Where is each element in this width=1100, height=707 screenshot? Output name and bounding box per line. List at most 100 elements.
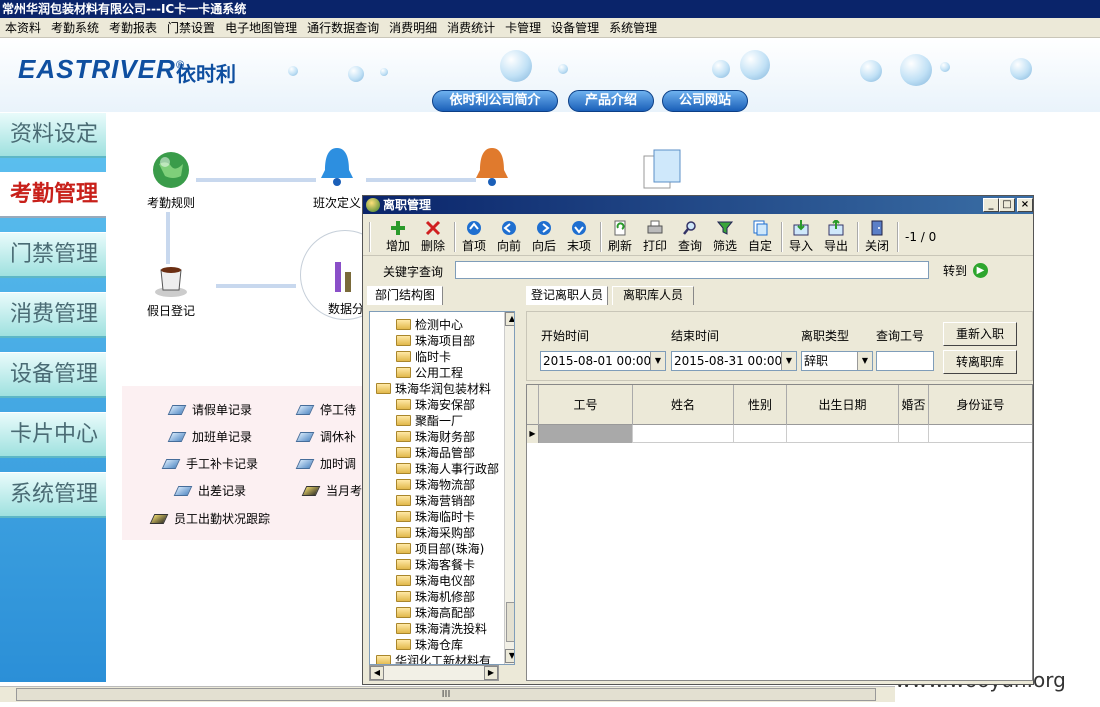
query-id-input[interactable] <box>876 351 934 371</box>
end-time-picker[interactable]: 2015-08-31 00:00 ▼ <box>671 351 797 371</box>
column-header-birthdate[interactable]: 出生日期 <box>787 385 899 425</box>
menu-item-consume-detail[interactable]: 消费明细 <box>384 18 442 38</box>
column-header-id[interactable]: 工号 <box>539 385 633 425</box>
dialog-title-bar[interactable]: 离职管理 <box>363 196 1033 214</box>
delete-button[interactable]: 删除 <box>415 220 451 254</box>
tree-item[interactable]: 珠海客餐卡 <box>396 556 475 572</box>
close-dialog-button[interactable]: 关闭 <box>859 220 895 254</box>
tree-item[interactable]: 珠海华润包装材料 <box>376 380 491 396</box>
table-row[interactable]: ▶ <box>527 425 1032 443</box>
tree-item[interactable]: 项目部(珠海) <box>396 540 484 556</box>
sidebar-item-data-setup[interactable]: 资料设定 <box>0 112 106 158</box>
tree-vertical-scrollbar[interactable]: ▲ ▼ <box>504 312 514 664</box>
sidebar-item-system[interactable]: 系统管理 <box>0 472 106 518</box>
department-tree[interactable]: 检测中心 珠海项目部 临时卡 公用工程 珠海华润包装材料 珠海安保部 聚酯一厂 珠海财务部 珠海… <box>369 311 515 665</box>
tree-item[interactable]: 珠海采购部 <box>396 524 475 540</box>
refresh-button[interactable]: 刷新 <box>602 220 638 254</box>
menu-item-consume-stats[interactable]: 消费统计 <box>442 18 500 38</box>
table-cell[interactable] <box>899 425 929 443</box>
sidebar-item-attendance[interactable]: 考勤管理 <box>0 172 106 218</box>
scrollbar-thumb[interactable]: III <box>16 688 876 701</box>
menu-item-attendance-report[interactable]: 考勤报表 <box>104 18 162 38</box>
print-button[interactable]: 打印 <box>637 220 673 254</box>
sidebar-item-device[interactable]: 设备管理 <box>0 352 106 398</box>
sidebar-item-access[interactable]: 门禁管理 <box>0 232 106 278</box>
menu-item-system[interactable]: 系统管理 <box>604 18 662 38</box>
tree-item[interactable]: 检测中心 <box>396 316 463 332</box>
keyword-input[interactable] <box>455 261 929 279</box>
flow-node-data[interactable]: 数据分 <box>326 256 366 317</box>
tree-item[interactable]: 珠海人事行政部 <box>396 460 499 476</box>
link-overtime-record[interactable]: 加班单记录 <box>167 428 252 445</box>
link-monthly[interactable]: 当月考 <box>301 482 362 499</box>
scroll-up-arrow[interactable]: ▲ <box>505 312 514 326</box>
import-button[interactable]: 导入 <box>783 220 819 254</box>
link-attendance-tracking[interactable]: 员工出勤状况跟踪 <box>149 510 270 527</box>
table-cell[interactable] <box>787 425 899 443</box>
column-header-married[interactable]: 婚否 <box>899 385 929 425</box>
tree-item[interactable]: 珠海仓库 <box>396 636 463 652</box>
flow-node-holiday[interactable]: 假日登记 <box>140 262 202 319</box>
link-business-trip[interactable]: 出差记录 <box>173 482 246 499</box>
table-cell[interactable] <box>929 425 1032 443</box>
tab-resigned-archive[interactable]: 离职库人员 <box>612 286 694 305</box>
transfer-archive-button[interactable]: 转离职库 <box>943 350 1017 374</box>
tree-item[interactable]: 珠海物流部 <box>396 476 475 492</box>
filter-button[interactable]: 筛选 <box>707 220 743 254</box>
minimize-button[interactable]: _ <box>983 198 999 212</box>
tree-item[interactable]: 珠海财务部 <box>396 428 475 444</box>
table-cell[interactable] <box>734 425 787 443</box>
tree-item[interactable]: 临时卡 <box>396 348 451 364</box>
column-header-gender[interactable]: 性别 <box>734 385 787 425</box>
tree-item[interactable]: 珠海品管部 <box>396 444 475 460</box>
scroll-down-arrow[interactable]: ▼ <box>505 649 514 663</box>
start-time-picker[interactable]: 2015-08-01 00:00 ▼ <box>540 351 666 371</box>
search-button[interactable]: 查询 <box>672 220 708 254</box>
menu-item-emap[interactable]: 电子地图管理 <box>220 18 302 38</box>
menu-item-device[interactable]: 设备管理 <box>546 18 604 38</box>
product-intro-button[interactable]: 产品介绍 <box>568 90 654 112</box>
tab-register-resigned[interactable]: 登记离职人员 <box>526 286 608 305</box>
column-header-idcard[interactable]: 身份证号 <box>929 385 1032 425</box>
menu-item-pass-query[interactable]: 通行数据查询 <box>302 18 384 38</box>
tree-item[interactable]: 珠海高配部 <box>396 604 475 620</box>
maximize-button[interactable]: □ <box>999 198 1015 212</box>
tree-horizontal-scrollbar[interactable]: ◀ ▶ <box>369 665 499 681</box>
custom-button[interactable]: 自定 <box>742 220 778 254</box>
flow-node-shift[interactable]: 班次定义 <box>306 144 368 211</box>
link-overtime-adjust[interactable]: 加时调 <box>295 455 356 472</box>
table-cell[interactable] <box>539 425 633 443</box>
first-button[interactable]: 首项 <box>456 220 492 254</box>
last-button[interactable]: 末项 <box>561 220 597 254</box>
tree-item[interactable]: 珠海电仪部 <box>396 572 475 588</box>
table-cell[interactable] <box>633 425 734 443</box>
tree-item[interactable]: 珠海机修部 <box>396 588 475 604</box>
sidebar-item-card-center[interactable]: 卡片中心 <box>0 412 106 458</box>
tree-item[interactable]: 珠海项目部 <box>396 332 475 348</box>
link-compensatory[interactable]: 调休补 <box>295 428 356 445</box>
menu-item-attendance[interactable]: 考勤系统 <box>46 18 104 38</box>
menu-item-card[interactable]: 卡管理 <box>500 18 546 38</box>
tree-item[interactable]: 聚酯一厂 <box>396 412 463 428</box>
tree-item[interactable]: 珠海清洗投料 <box>396 620 487 636</box>
sidebar-item-consume[interactable]: 消费管理 <box>0 292 106 338</box>
menu-item-basic[interactable]: 本资料 <box>0 18 46 38</box>
scroll-right-arrow[interactable]: ▶ <box>484 666 498 680</box>
company-intro-button[interactable]: 依时利公司简介 <box>432 90 558 112</box>
previous-button[interactable]: 向前 <box>491 220 527 254</box>
tree-item[interactable]: 珠海安保部 <box>396 396 475 412</box>
export-button[interactable]: 导出 <box>818 220 854 254</box>
link-manual-punch[interactable]: 手工补卡记录 <box>161 455 258 472</box>
tree-item[interactable]: 珠海营销部 <box>396 492 475 508</box>
link-stop-work[interactable]: 停工待 <box>295 401 356 418</box>
menu-item-access[interactable]: 门禁设置 <box>162 18 220 38</box>
tree-item[interactable]: 珠海临时卡 <box>396 508 475 524</box>
main-horizontal-scrollbar[interactable]: III <box>0 686 895 702</box>
add-button[interactable]: 增加 <box>380 220 416 254</box>
tree-item[interactable]: 公用工程 <box>396 364 463 380</box>
reenter-button[interactable]: 重新入职 <box>943 322 1017 346</box>
column-header-name[interactable]: 姓名 <box>633 385 734 425</box>
close-button[interactable]: × <box>1017 198 1033 212</box>
company-website-button[interactable]: 公司网站 <box>662 90 748 112</box>
tree-item[interactable]: 华润化工新材料有 <box>376 652 491 664</box>
